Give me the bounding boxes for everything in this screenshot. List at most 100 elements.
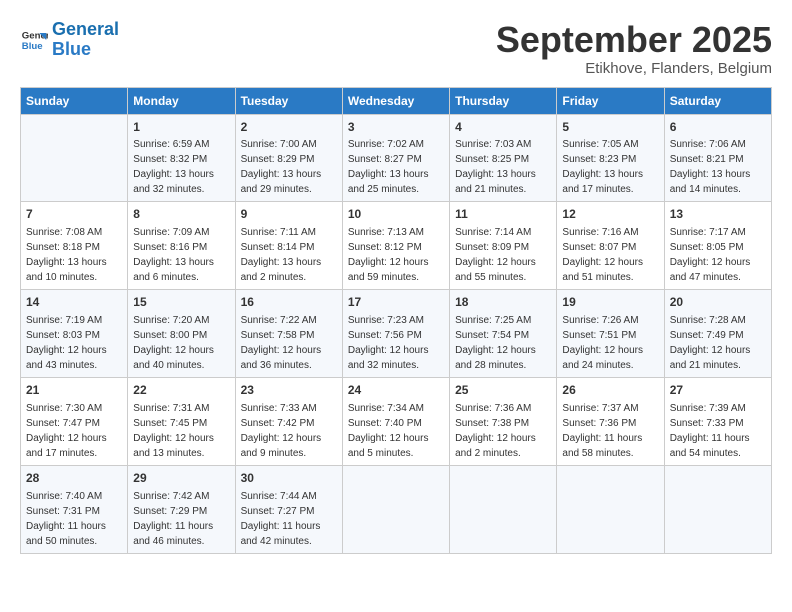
day-number: 15 (133, 294, 229, 311)
day-number: 21 (26, 382, 122, 399)
title-block: September 2025 Etikhove, Flanders, Belgi… (496, 20, 772, 77)
calendar-cell (664, 465, 771, 553)
calendar-cell: 13Sunrise: 7:17 AM Sunset: 8:05 PM Dayli… (664, 202, 771, 290)
day-info: Sunrise: 7:42 AM Sunset: 7:29 PM Dayligh… (133, 491, 213, 547)
day-number: 5 (562, 119, 658, 136)
weekday-header-saturday: Saturday (664, 87, 771, 114)
day-info: Sunrise: 7:36 AM Sunset: 7:38 PM Dayligh… (455, 403, 536, 459)
calendar-cell: 18Sunrise: 7:25 AM Sunset: 7:54 PM Dayli… (450, 290, 557, 378)
page-header: General Blue General Blue September 2025… (20, 20, 772, 77)
weekday-header-row: SundayMondayTuesdayWednesdayThursdayFrid… (21, 87, 772, 114)
day-number: 27 (670, 382, 766, 399)
day-number: 24 (348, 382, 444, 399)
calendar-cell: 16Sunrise: 7:22 AM Sunset: 7:58 PM Dayli… (235, 290, 342, 378)
calendar-cell (557, 465, 664, 553)
calendar-cell: 28 Sunrise: 7:40 AM Sunset: 7:31 PM Dayli… (21, 465, 128, 553)
day-info: Sunrise: 7:40 AM Sunset: 7:31 PM Dayligh… (26, 491, 106, 547)
day-info: Sunrise: 7:30 AM Sunset: 7:47 PM Dayligh… (26, 403, 107, 459)
week-row-3: 14Sunrise: 7:19 AM Sunset: 8:03 PM Dayli… (21, 290, 772, 378)
calendar-cell: 3 Sunrise: 7:02 AM Sunset: 8:27 PM Daylig… (342, 114, 449, 202)
calendar-cell: 21 Sunrise: 7:30 AM Sunset: 7:47 PM Dayli… (21, 377, 128, 465)
day-number: 6 (670, 119, 766, 136)
calendar-cell: 27 Sunrise: 7:39 AM Sunset: 7:33 PM Dayli… (664, 377, 771, 465)
day-number: 25 (455, 382, 551, 399)
day-number: 9 (241, 206, 337, 223)
svg-text:Blue: Blue (22, 41, 43, 52)
weekday-header-monday: Monday (128, 87, 235, 114)
weekday-header-sunday: Sunday (21, 87, 128, 114)
calendar-cell: 20 Sunrise: 7:28 AM Sunset: 7:49 PM Dayli… (664, 290, 771, 378)
day-number: 7 (26, 206, 122, 223)
calendar-table: SundayMondayTuesdayWednesdayThursdayFrid… (20, 87, 772, 554)
day-info: Sunrise: 7:14 AM Sunset: 8:09 PM Dayligh… (455, 227, 536, 283)
weekday-header-friday: Friday (557, 87, 664, 114)
day-info: Sunrise: 7:28 AM Sunset: 7:49 PM Dayligh… (670, 315, 751, 371)
day-number: 22 (133, 382, 229, 399)
calendar-cell (21, 114, 128, 202)
day-number: 23 (241, 382, 337, 399)
logo-text: General Blue (52, 20, 119, 60)
day-info: Sunrise: 7:37 AM Sunset: 7:36 PM Dayligh… (562, 403, 642, 459)
calendar-cell: 4Sunrise: 7:03 AM Sunset: 8:25 PM Daylig… (450, 114, 557, 202)
calendar-cell: 25 Sunrise: 7:36 AM Sunset: 7:38 PM Dayli… (450, 377, 557, 465)
day-number: 26 (562, 382, 658, 399)
month-title: September 2025 (496, 20, 772, 60)
day-number: 30 (241, 470, 337, 487)
day-number: 17 (348, 294, 444, 311)
day-info: Sunrise: 6:59 AM Sunset: 8:32 PM Dayligh… (133, 139, 214, 195)
day-info: Sunrise: 7:09 AM Sunset: 8:16 PM Dayligh… (133, 227, 214, 283)
day-info: Sunrise: 7:23 AM Sunset: 7:56 PM Dayligh… (348, 315, 429, 371)
day-info: Sunrise: 7:17 AM Sunset: 8:05 PM Dayligh… (670, 227, 751, 283)
calendar-cell: 19 Sunrise: 7:26 AM Sunset: 7:51 PM Dayli… (557, 290, 664, 378)
logo: General Blue General Blue (20, 20, 119, 60)
day-info: Sunrise: 7:31 AM Sunset: 7:45 PM Dayligh… (133, 403, 214, 459)
day-info: Sunrise: 7:26 AM Sunset: 7:51 PM Dayligh… (562, 315, 643, 371)
day-number: 19 (562, 294, 658, 311)
calendar-cell: 11 Sunrise: 7:14 AM Sunset: 8:09 PM Dayli… (450, 202, 557, 290)
day-number: 2 (241, 119, 337, 136)
calendar-cell: 23 Sunrise: 7:33 AM Sunset: 7:42 PM Dayli… (235, 377, 342, 465)
day-info: Sunrise: 7:20 AM Sunset: 8:00 PM Dayligh… (133, 315, 214, 371)
day-number: 16 (241, 294, 337, 311)
calendar-cell: 30 Sunrise: 7:44 AM Sunset: 7:27 PM Dayli… (235, 465, 342, 553)
day-number: 3 (348, 119, 444, 136)
day-number: 20 (670, 294, 766, 311)
day-info: Sunrise: 7:00 AM Sunset: 8:29 PM Dayligh… (241, 139, 322, 195)
week-row-4: 21 Sunrise: 7:30 AM Sunset: 7:47 PM Dayli… (21, 377, 772, 465)
calendar-cell: 26 Sunrise: 7:37 AM Sunset: 7:36 PM Dayli… (557, 377, 664, 465)
day-number: 11 (455, 206, 551, 223)
week-row-2: 7 Sunrise: 7:08 AM Sunset: 8:18 PM Daylig… (21, 202, 772, 290)
day-info: Sunrise: 7:44 AM Sunset: 7:27 PM Dayligh… (241, 491, 321, 547)
calendar-cell: 22 Sunrise: 7:31 AM Sunset: 7:45 PM Dayli… (128, 377, 235, 465)
day-number: 28 (26, 470, 122, 487)
calendar-cell (342, 465, 449, 553)
calendar-cell: 24Sunrise: 7:34 AM Sunset: 7:40 PM Dayli… (342, 377, 449, 465)
day-info: Sunrise: 7:06 AM Sunset: 8:21 PM Dayligh… (670, 139, 751, 195)
weekday-header-wednesday: Wednesday (342, 87, 449, 114)
calendar-cell: 29 Sunrise: 7:42 AM Sunset: 7:29 PM Dayli… (128, 465, 235, 553)
calendar-cell: 1Sunrise: 6:59 AM Sunset: 8:32 PM Daylig… (128, 114, 235, 202)
day-number: 8 (133, 206, 229, 223)
calendar-cell: 14Sunrise: 7:19 AM Sunset: 8:03 PM Dayli… (21, 290, 128, 378)
logo-line2: Blue (52, 39, 91, 59)
calendar-cell: 7 Sunrise: 7:08 AM Sunset: 8:18 PM Daylig… (21, 202, 128, 290)
calendar-cell: 17 Sunrise: 7:23 AM Sunset: 7:56 PM Dayli… (342, 290, 449, 378)
weekday-header-thursday: Thursday (450, 87, 557, 114)
day-info: Sunrise: 7:16 AM Sunset: 8:07 PM Dayligh… (562, 227, 643, 283)
day-info: Sunrise: 7:08 AM Sunset: 8:18 PM Dayligh… (26, 227, 107, 283)
day-number: 29 (133, 470, 229, 487)
day-info: Sunrise: 7:11 AM Sunset: 8:14 PM Dayligh… (241, 227, 322, 283)
calendar-cell: 9 Sunrise: 7:11 AM Sunset: 8:14 PM Daylig… (235, 202, 342, 290)
day-info: Sunrise: 7:02 AM Sunset: 8:27 PM Dayligh… (348, 139, 429, 195)
location-subtitle: Etikhove, Flanders, Belgium (496, 60, 772, 77)
calendar-cell: 2 Sunrise: 7:00 AM Sunset: 8:29 PM Daylig… (235, 114, 342, 202)
weekday-header-tuesday: Tuesday (235, 87, 342, 114)
day-info: Sunrise: 7:33 AM Sunset: 7:42 PM Dayligh… (241, 403, 322, 459)
calendar-cell (450, 465, 557, 553)
calendar-cell: 15 Sunrise: 7:20 AM Sunset: 8:00 PM Dayli… (128, 290, 235, 378)
calendar-cell: 6 Sunrise: 7:06 AM Sunset: 8:21 PM Daylig… (664, 114, 771, 202)
calendar-cell: 5Sunrise: 7:05 AM Sunset: 8:23 PM Daylig… (557, 114, 664, 202)
day-info: Sunrise: 7:03 AM Sunset: 8:25 PM Dayligh… (455, 139, 536, 195)
calendar-cell: 8 Sunrise: 7:09 AM Sunset: 8:16 PM Daylig… (128, 202, 235, 290)
day-info: Sunrise: 7:39 AM Sunset: 7:33 PM Dayligh… (670, 403, 750, 459)
